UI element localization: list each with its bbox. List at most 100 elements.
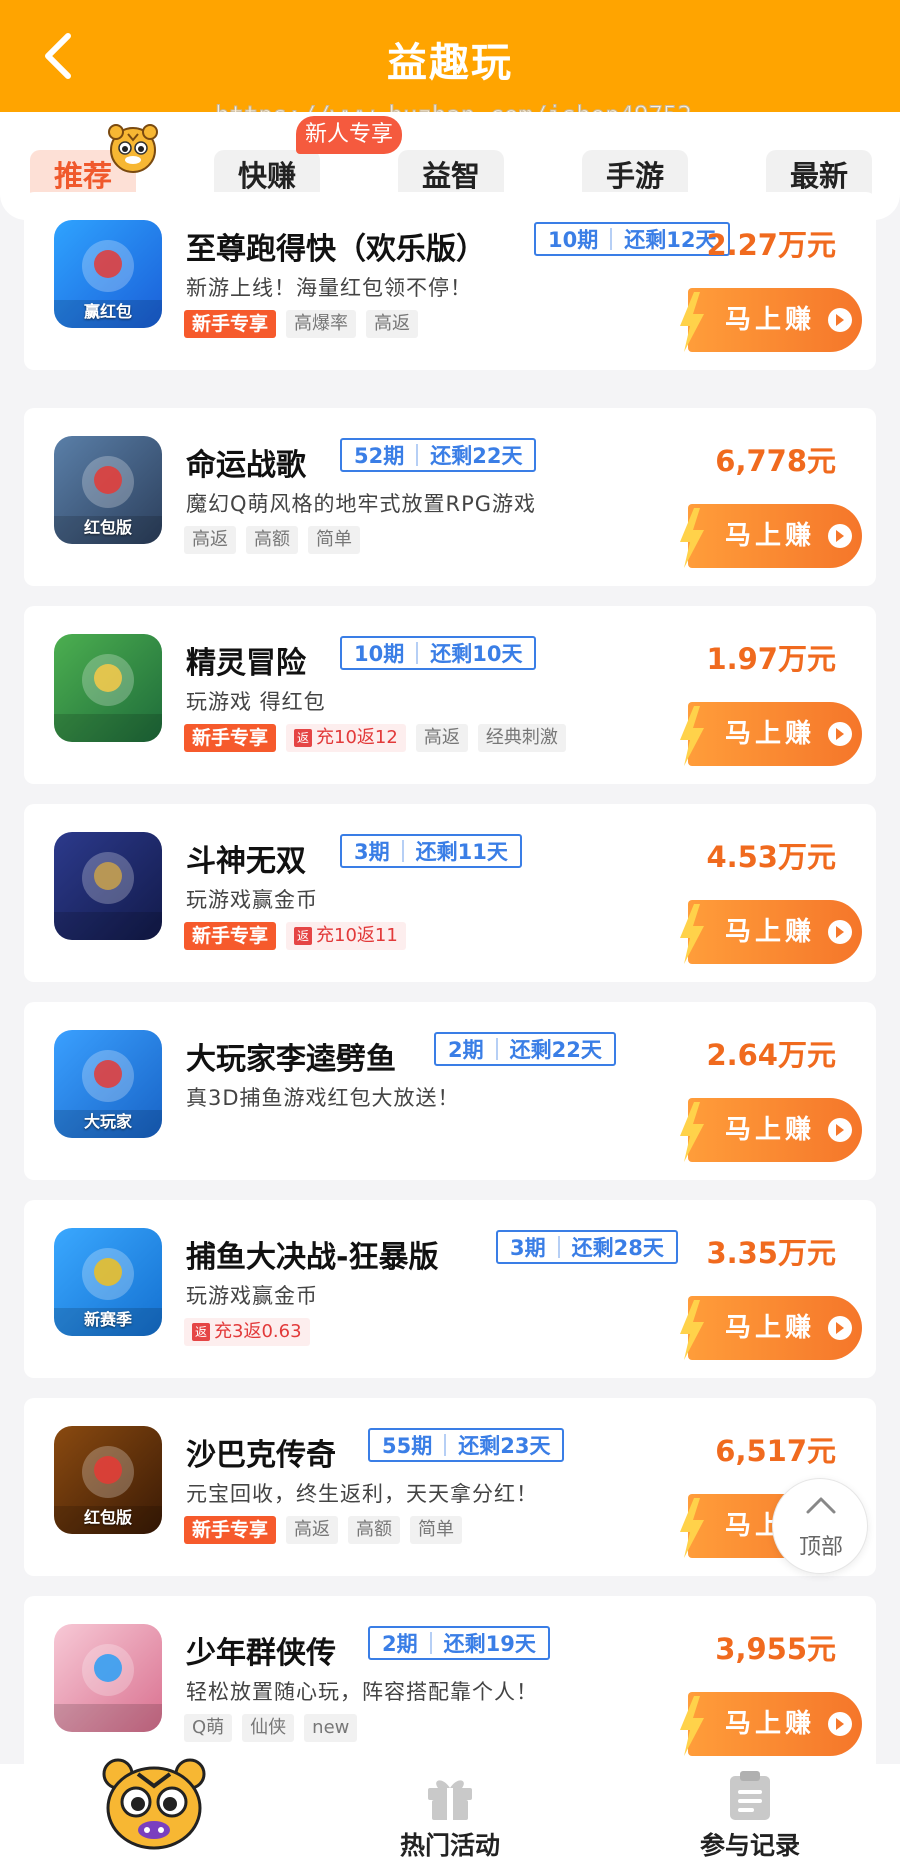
arrow-right-icon <box>828 1118 852 1142</box>
newbie-tag: 新手专享 <box>184 724 277 752</box>
feature-tag: 简单 <box>308 526 360 554</box>
reward-amount: 6,778元 <box>715 444 836 478</box>
game-icon[interactable]: 红包版 <box>54 1426 162 1534</box>
rebate-text: 充10返11 <box>316 925 398 946</box>
game-name: 沙巴克传奇 <box>186 1438 336 1473</box>
rebate-tag: 返充10返12 <box>286 724 406 752</box>
earn-button-label: 马上赚 <box>724 719 815 749</box>
game-icon[interactable]: 红包版 <box>54 436 162 544</box>
game-icon-caption: 大玩家 <box>83 1112 132 1131</box>
game-card[interactable]: 大玩家 大玩家李逵劈鱼 2期 还剩22天 2.64万元 真3D捕鱼游戏红包大放送！ 马上赚 <box>24 1002 876 1180</box>
reward-amount: 6,517元 <box>715 1434 836 1468</box>
tag-list: 返充3返0.63 <box>184 1318 310 1346</box>
game-icon[interactable] <box>54 832 162 940</box>
period-label: 10期 <box>548 228 599 252</box>
back-to-top-label: 顶部 <box>798 1535 843 1560</box>
period-label: 3期 <box>510 1236 546 1260</box>
lightning-icon <box>680 508 704 568</box>
game-description: 玩游戏赢金币 <box>186 888 318 912</box>
earn-now-button[interactable]: 马上赚 <box>676 1296 862 1360</box>
game-name: 斗神无双 <box>186 844 306 879</box>
game-card[interactable]: 红包版 命运战歌 52期 还剩22天 6,778元 魔幻Q萌风格的地牢式放置RPG游戏 高返… <box>24 408 876 586</box>
earn-now-button[interactable]: 马上赚 <box>676 1692 862 1756</box>
period-badge: 52期 还剩22天 <box>340 438 537 472</box>
nav-label-hot-activities: 热门活动 <box>399 1831 500 1860</box>
back-to-top-button[interactable]: 顶部 <box>772 1478 868 1574</box>
arrow-right-icon <box>828 920 852 944</box>
game-icon[interactable]: 新赛季 <box>54 1228 162 1336</box>
earn-now-button[interactable]: 马上赚 <box>676 1098 862 1162</box>
reward-amount: 1.97万元 <box>706 642 836 676</box>
game-name: 精灵冒险 <box>186 646 306 681</box>
game-description: 玩游戏赢金币 <box>186 1284 318 1308</box>
clipboard-icon <box>730 1771 770 1820</box>
feature-tag: new <box>304 1714 358 1742</box>
new-user-badge: 新人专享 <box>296 116 402 154</box>
lightning-icon <box>680 1300 704 1360</box>
earn-now-button[interactable]: 马上赚 <box>676 702 862 766</box>
tag-list: Q萌 仙侠 new <box>184 1714 358 1742</box>
feature-tag: Q萌 <box>184 1714 233 1742</box>
game-card[interactable]: 新赛季 捕鱼大决战-狂暴版 3期 还剩28天 3.35万元 玩游戏赢金币返充3返0.63 马… <box>24 1200 876 1378</box>
game-icon[interactable]: 赢红包 <box>54 220 162 328</box>
earn-button-label: 马上赚 <box>724 917 815 947</box>
earn-button-label: 马上赚 <box>724 1709 815 1739</box>
game-card[interactable]: 斗神无双 3期 还剩11天 4.53万元 玩游戏赢金币 新手专享返充10返11 马上赚 <box>24 804 876 982</box>
feature-tag: 仙侠 <box>242 1714 295 1742</box>
nav-item-home[interactable] <box>98 1758 210 1873</box>
lightning-icon <box>680 1696 704 1756</box>
rebate-tag: 返充3返0.63 <box>184 1318 310 1346</box>
earn-now-button[interactable]: 马上赚 <box>676 900 862 964</box>
earn-now-button[interactable]: 马上赚 <box>676 504 862 568</box>
reward-amount: 3.35万元 <box>706 1236 836 1270</box>
nav-item-hot-activities[interactable]: 热门活动 <box>370 1764 530 1873</box>
newbie-tag: 新手专享 <box>184 922 277 950</box>
feature-tag: 高返 <box>415 724 468 752</box>
game-card[interactable]: 少年群侠传 2期 还剩19天 3,955元 轻松放置随心玩，阵容搭配靠个人！ Q萌 仙侠 ne… <box>24 1596 876 1774</box>
period-label: 52期 <box>354 444 405 468</box>
nav-label-records: 参与记录 <box>699 1831 800 1860</box>
game-description: 轻松放置随心玩，阵容搭配靠个人！ <box>186 1680 538 1704</box>
rebate-text: 充10返12 <box>316 727 398 748</box>
period-badge: 2期 还剩19天 <box>368 1626 550 1660</box>
game-description: 魔幻Q萌风格的地牢式放置RPG游戏 <box>186 492 537 516</box>
tag-list: 新手专享返充10返11 <box>184 922 406 950</box>
feature-tag: 经典刺激 <box>477 724 566 752</box>
feature-tag: 高返 <box>286 1516 339 1544</box>
game-card[interactable]: 红包版 沙巴克传奇 55期 还剩23天 6,517元 元宝回收，终生返利，天天拿分红！ 新手… <box>24 1398 876 1576</box>
lightning-icon <box>680 1102 704 1162</box>
nav-item-records[interactable]: 参与记录 <box>670 1764 830 1873</box>
earn-button-label: 马上赚 <box>724 1313 815 1343</box>
rebate-mark-icon: 返 <box>294 729 313 747</box>
game-card[interactable]: 精灵冒险 10期 还剩10天 1.97万元玩游戏 得红包新手专享返充10返12 高返 经典… <box>24 606 876 784</box>
reward-amount: 2.64万元 <box>706 1038 836 1072</box>
period-badge: 10期 还剩10天 <box>340 636 537 670</box>
game-icon-caption: 新赛季 <box>83 1310 132 1329</box>
remaining-days: 还剩23天 <box>458 1434 551 1458</box>
feature-tag: 高爆率 <box>286 310 357 338</box>
bottom-navigation: 热门活动 参与记录 <box>0 1758 900 1873</box>
gift-icon <box>428 1780 472 1820</box>
game-description: 玩游戏 得红包 <box>186 690 326 714</box>
newbie-tag: 新手专享 <box>184 1516 277 1544</box>
tag-list: 高返 高额 简单 <box>184 526 360 554</box>
lightning-icon <box>680 292 704 352</box>
arrow-right-icon <box>828 1316 852 1340</box>
app-header: 益趣玩 <box>0 0 900 112</box>
period-label: 55期 <box>382 1434 433 1458</box>
remaining-days: 还剩22天 <box>430 444 523 468</box>
earn-now-button[interactable]: 马上赚 <box>676 288 862 352</box>
page-title: 益趣玩 <box>387 40 513 86</box>
earn-button-label: 马上赚 <box>724 1115 815 1145</box>
game-icon[interactable]: 大玩家 <box>54 1030 162 1138</box>
game-icon[interactable] <box>54 634 162 742</box>
tag-list: 新手专享返充10返12 高返 经典刺激 <box>184 724 566 752</box>
tag-list: 新手专享 高爆率 高返 <box>184 310 419 338</box>
earn-button-label: 马上赚 <box>724 521 815 551</box>
period-badge: 2期 还剩22天 <box>434 1032 616 1066</box>
game-card[interactable]: 赢红包 至尊跑得快（欢乐版） 10期 还剩12天 2.27万元 新游上线！海量红包领不停！… <box>24 192 876 370</box>
remaining-days: 还剩10天 <box>430 642 523 666</box>
game-icon[interactable] <box>54 1624 162 1732</box>
reward-amount: 2.27万元 <box>706 228 836 262</box>
period-label: 2期 <box>382 1632 418 1656</box>
